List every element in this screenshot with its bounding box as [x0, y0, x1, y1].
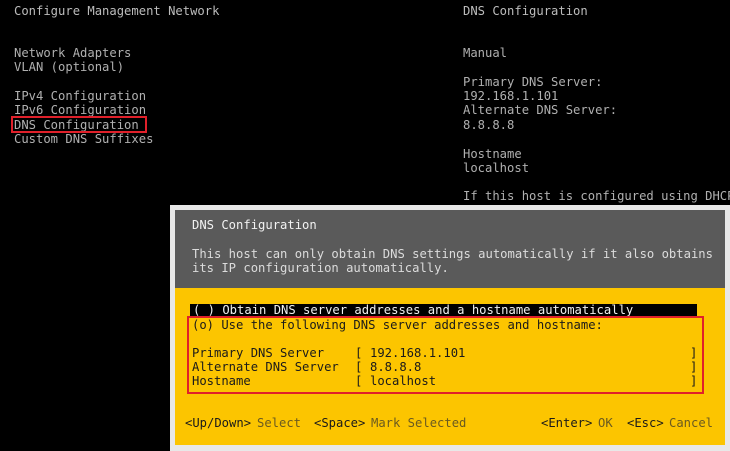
dialog-title: DNS Configuration — [192, 218, 317, 232]
hostname-field-open-bracket: [ — [355, 374, 363, 388]
menu-item-vlan[interactable]: VLAN (optional) — [14, 60, 124, 74]
alternate-dns-value: 8.8.8.8 — [463, 118, 515, 132]
dialog-description-line2: its IP configuration automatically. — [192, 261, 449, 275]
hostname-field-close-bracket: ] — [690, 374, 698, 388]
footer-updown-action: Select — [257, 416, 302, 430]
footer-space-key: <Space> — [314, 416, 366, 430]
alternate-dns-field-close-bracket: ] — [690, 360, 698, 374]
primary-dns-field-open-bracket: [ — [355, 346, 363, 360]
alternate-dns-field-label: Alternate DNS Server — [192, 360, 339, 374]
alternate-dns-input[interactable]: 8.8.8.8 — [370, 360, 421, 374]
hostname-value: localhost — [463, 161, 530, 175]
hostname-input[interactable]: localhost — [370, 374, 436, 388]
primary-dns-value: 192.168.1.101 — [463, 89, 559, 103]
hostname-field-label: Hostname — [192, 374, 251, 388]
primary-dns-field-close-bracket: ] — [690, 346, 698, 360]
footer-ok-label[interactable]: OK — [598, 416, 613, 430]
footer-cancel-label[interactable]: Cancel — [669, 416, 713, 430]
footer-space-action: Mark Selected — [371, 416, 467, 430]
hostname-label: Hostname — [463, 147, 522, 161]
primary-dns-input[interactable]: 192.168.1.101 — [370, 346, 465, 360]
footer-updown-key: <Up/Down> — [185, 416, 252, 430]
menu-item-ipv4[interactable]: IPv4 Configuration — [14, 89, 146, 103]
menu-item-network-adapters[interactable]: Network Adapters — [14, 46, 131, 60]
footer-enter-button[interactable]: <Enter> — [541, 416, 592, 430]
left-panel-title: Configure Management Network — [14, 4, 220, 18]
dns-mode: Manual — [463, 46, 508, 60]
selected-menu-highlight — [11, 116, 147, 133]
right-panel-title: DNS Configuration — [463, 4, 588, 18]
alternate-dns-label: Alternate DNS Server: — [463, 103, 618, 117]
dhcp-note: If this host is configured using DHCP, — [463, 189, 730, 203]
primary-dns-label: Primary DNS Server: — [463, 75, 603, 89]
footer-esc-button[interactable]: <Esc> — [627, 416, 664, 430]
radio-option-manual[interactable]: (o) Use the following DNS server address… — [192, 318, 603, 332]
menu-item-custom-dns-suffixes[interactable]: Custom DNS Suffixes — [14, 132, 153, 146]
alternate-dns-field-open-bracket: [ — [355, 360, 363, 374]
dialog-description-line1: This host can only obtain DNS settings a… — [192, 247, 713, 261]
primary-dns-field-label: Primary DNS Server — [192, 346, 325, 360]
